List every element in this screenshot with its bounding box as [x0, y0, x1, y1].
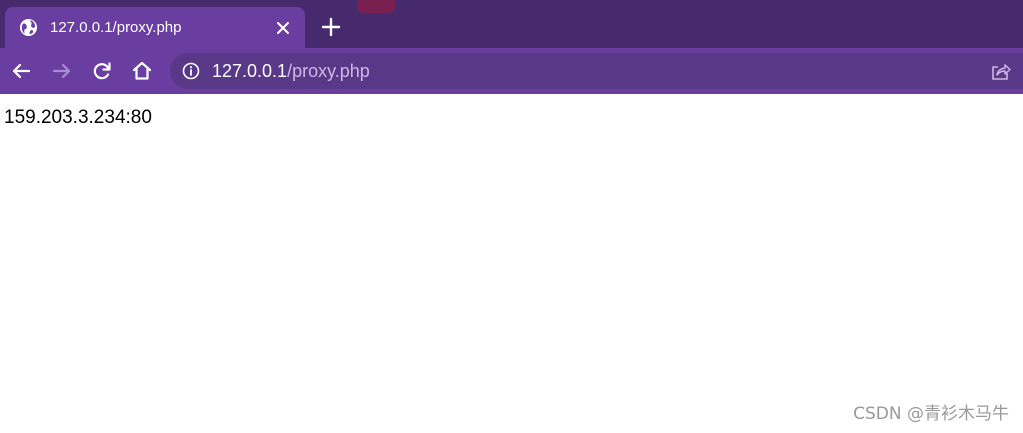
url-host: 127.0.0.1 [212, 61, 288, 81]
info-icon[interactable] [182, 62, 200, 80]
globe-icon [19, 18, 38, 37]
tab-title: 127.0.0.1/proxy.php [50, 19, 182, 36]
toolbar: 127.0.0.1/proxy.php [0, 48, 1023, 94]
share-icon[interactable] [990, 61, 1012, 81]
home-icon[interactable] [131, 60, 153, 82]
reload-icon[interactable] [91, 60, 113, 82]
url-path: /proxy.php [287, 61, 370, 81]
tab-active[interactable]: 127.0.0.1/proxy.php [5, 7, 305, 48]
plus-icon[interactable] [320, 16, 342, 38]
address-bar[interactable]: 127.0.0.1/proxy.php [170, 53, 1023, 89]
browser-window: 127.0.0.1/proxy.php 127.0.0.1/proxy.php … [0, 0, 1023, 433]
response-text: 159.203.3.234:80 [4, 107, 152, 128]
watermark: CSDN @青衫木马牛 [853, 404, 1009, 424]
close-icon[interactable] [273, 18, 293, 38]
arrow-left-icon[interactable] [10, 60, 32, 82]
arrow-right-icon[interactable] [51, 60, 73, 82]
page-content: 159.203.3.234:80 CSDN @青衫木马牛 [0, 94, 1023, 433]
tab-strip: 127.0.0.1/proxy.php [0, 0, 1023, 48]
extension-badge[interactable] [357, 0, 395, 13]
url-text[interactable]: 127.0.0.1/proxy.php [212, 61, 370, 81]
